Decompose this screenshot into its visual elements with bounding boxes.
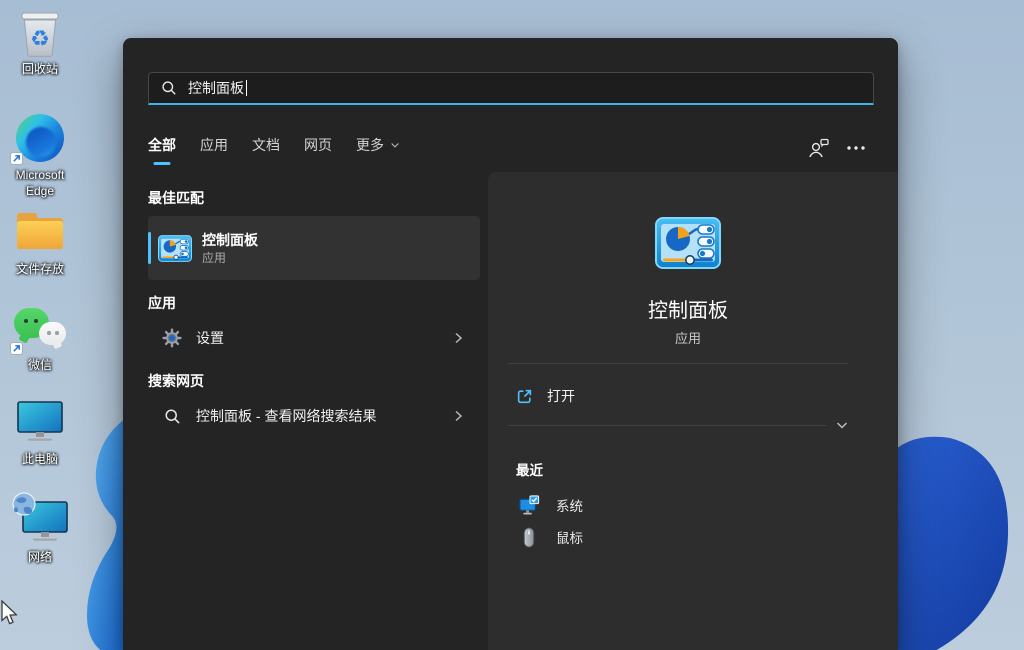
search-web-header: 搜索网页 — [148, 371, 204, 391]
search-icon — [164, 408, 181, 425]
chevron-right-icon — [450, 408, 466, 424]
recent-item-label: 鼠标 — [556, 527, 583, 547]
desktop-icon-wechat[interactable]: 微信 — [1, 304, 79, 373]
tab-documents[interactable]: 文档 — [252, 135, 280, 161]
desktop-icon-microsoft-edge[interactable]: Microsoft Edge — [1, 112, 79, 199]
this-pc-icon — [12, 396, 68, 448]
filter-tabs: 全部 应用 文档 网页 更多 — [148, 135, 866, 161]
desktop-icon-label: 此电脑 — [22, 451, 58, 467]
mouse-icon — [523, 527, 535, 548]
best-match-subtitle: 应用 — [202, 250, 258, 266]
open-label: 打开 — [547, 386, 575, 406]
mouse-cursor — [0, 600, 20, 628]
best-match-title: 控制面板 — [202, 231, 258, 250]
recycle-bin-icon: ♻ — [12, 6, 68, 58]
chevron-down-icon — [389, 139, 401, 151]
preview-subtitle: 应用 — [488, 328, 888, 347]
desktop-icon-label: 文件存放 — [16, 261, 64, 277]
recent-item-label: 系统 — [556, 495, 583, 515]
desktop-icon-label: Microsoft Edge — [1, 167, 79, 199]
desktop-icon-label: 微信 — [28, 357, 52, 373]
shortcut-arrow-icon — [10, 152, 23, 165]
recent-item-mouse[interactable]: 鼠标 — [508, 522, 848, 552]
desktop-icon-this-pc[interactable]: 此电脑 — [1, 396, 79, 467]
desktop-icon-network[interactable]: 网络 — [1, 490, 79, 565]
result-item-label: 控制面板 - 查看网络搜索结果 — [196, 406, 376, 426]
preview-panel: 控制面板 应用 打开 最近 系统 鼠标 — [488, 172, 898, 650]
recent-header: 最近 — [516, 459, 543, 479]
result-item-web-search[interactable]: 控制面板 - 查看网络搜索结果 — [148, 396, 480, 436]
network-icon — [10, 490, 70, 546]
account-icon[interactable] — [808, 138, 830, 158]
open-external-icon — [516, 388, 533, 405]
search-icon — [161, 80, 177, 96]
preview-title: 控制面板 — [488, 294, 888, 323]
wechat-icon — [12, 304, 68, 354]
desktop-icon-recycle-bin[interactable]: ♻ 回收站 — [1, 6, 79, 77]
best-match-header: 最佳匹配 — [148, 188, 204, 208]
divider — [508, 425, 826, 426]
folder-icon — [12, 206, 68, 258]
search-input[interactable]: 控制面板 — [148, 72, 874, 105]
desktop-icon-label: 网络 — [28, 549, 52, 565]
result-item-settings[interactable]: 设置 — [148, 318, 480, 358]
tab-all[interactable]: 全部 — [148, 135, 176, 161]
apps-header: 应用 — [148, 293, 176, 313]
tab-apps[interactable]: 应用 — [200, 135, 228, 161]
search-panel: 控制面板 全部 应用 文档 网页 更多 最佳匹配 — [123, 38, 898, 650]
tab-more[interactable]: 更多 — [356, 135, 401, 161]
tab-web[interactable]: 网页 — [304, 135, 332, 161]
desktop-icon-label: 回收站 — [22, 61, 58, 77]
open-button[interactable]: 打开 — [508, 380, 848, 412]
desktop-icon-file-storage[interactable]: 文件存放 — [1, 206, 79, 277]
selection-indicator — [148, 232, 151, 264]
search-query-text: 控制面板 — [188, 78, 244, 98]
more-options-icon[interactable] — [846, 145, 866, 151]
control-panel-icon — [158, 235, 192, 262]
system-icon — [519, 495, 540, 516]
svg-text:♻: ♻ — [30, 26, 50, 51]
text-caret — [246, 80, 247, 96]
expand-chevron-down-icon[interactable] — [834, 417, 850, 433]
divider — [508, 363, 848, 364]
result-item-label: 设置 — [196, 328, 224, 348]
chevron-right-icon — [450, 330, 466, 346]
best-match-item[interactable]: 控制面板 应用 — [148, 216, 480, 280]
recent-item-system[interactable]: 系统 — [508, 490, 848, 520]
control-panel-icon-large — [655, 217, 721, 269]
edge-icon — [12, 112, 68, 164]
gear-icon — [161, 327, 183, 349]
shortcut-arrow-icon — [10, 342, 23, 355]
